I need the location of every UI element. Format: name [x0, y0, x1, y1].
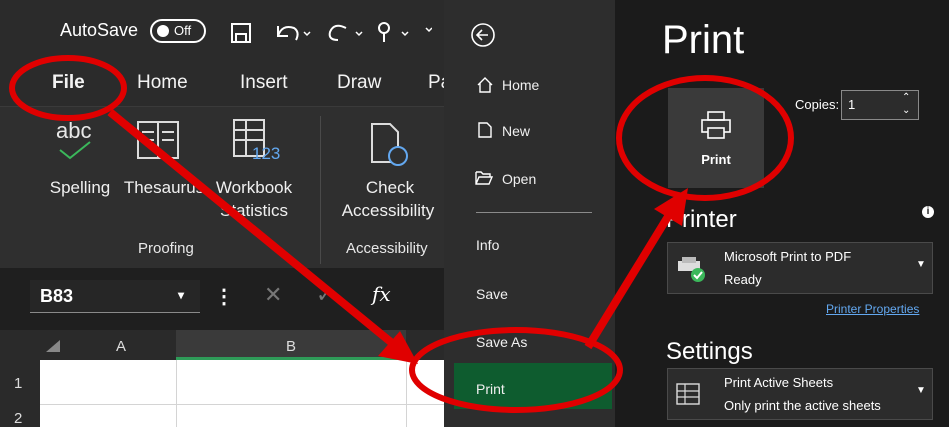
- arrow-shaft-2: [584, 207, 676, 350]
- file-tab-circle: [9, 55, 127, 121]
- arrow-shaft-1: [107, 108, 395, 347]
- annotation-overlay: [9, 55, 794, 413]
- print-button-circle: [616, 75, 794, 201]
